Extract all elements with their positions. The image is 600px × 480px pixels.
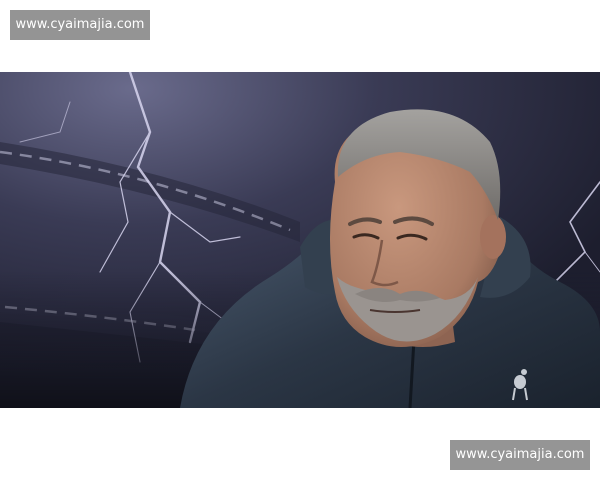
- page: www.cyaimajia.com www.cyaimajia.com: [0, 0, 600, 480]
- watermark-bottom: www.cyaimajia.com: [450, 440, 590, 470]
- hero-photo: [0, 72, 600, 408]
- photo-illustration: [0, 72, 600, 408]
- watermark-top: www.cyaimajia.com: [10, 10, 150, 40]
